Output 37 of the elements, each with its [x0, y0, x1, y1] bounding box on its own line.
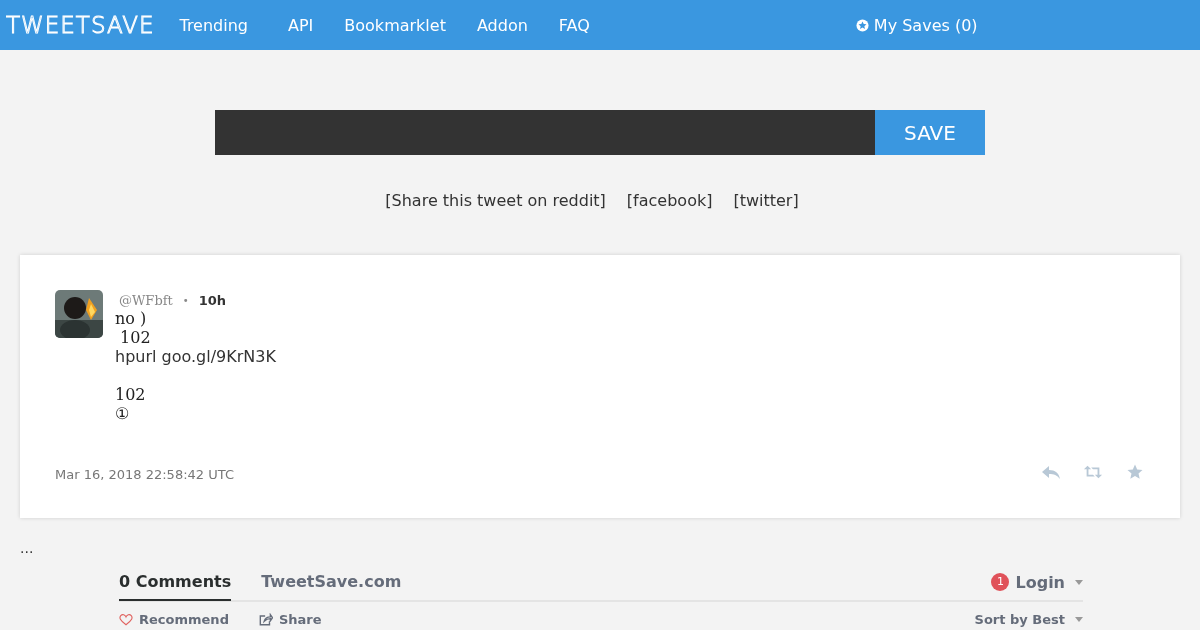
sort-menu[interactable]: Sort by Best	[974, 612, 1065, 627]
share-button[interactable]: Share	[258, 612, 322, 627]
separator-dot: •	[182, 294, 189, 306]
share-link[interactable]: [facebook]	[626, 191, 713, 210]
site-logo[interactable]: TWEETSAVE	[6, 12, 155, 38]
tweet-text: ①	[115, 404, 130, 423]
tweet-text: 102	[115, 385, 147, 404]
share-link[interactable]: [twitter]	[733, 191, 799, 210]
nav-link[interactable]: Bookmarklet	[344, 15, 446, 35]
user-handle[interactable]: @WFbft	[119, 292, 173, 308]
heart-icon	[119, 613, 133, 626]
tweet-age: 10h	[198, 292, 226, 308]
nav-link[interactable]: Trending	[179, 15, 248, 35]
my-saves-link[interactable]: My Saves (0)	[855, 15, 978, 35]
star-icon	[855, 18, 869, 32]
nav-link[interactable]: FAQ	[558, 15, 590, 35]
star-icon[interactable]	[1125, 463, 1145, 480]
comments-tab[interactable]: TweetSave.com	[261, 565, 402, 601]
caret-icon[interactable]	[1075, 617, 1083, 622]
save-button[interactable]: SAVE	[875, 110, 985, 155]
nav-link[interactable]: Addon	[476, 15, 528, 35]
nav-link[interactable]: API	[288, 15, 314, 35]
notification-badge: 1	[991, 573, 1010, 591]
tweet-url-field[interactable]	[215, 110, 875, 155]
tweet-text: hpurl goo.gl/9KrN3K	[115, 347, 276, 366]
tweet-timestamp: Mar 16, 2018 22:58:42 UTC	[55, 467, 234, 482]
tweet-text: no )	[115, 309, 148, 328]
caret-icon[interactable]	[1075, 579, 1083, 585]
share-icon	[258, 613, 273, 626]
reply-icon[interactable]	[1041, 463, 1061, 480]
retweet-icon[interactable]	[1083, 463, 1103, 480]
tweet-text: 102	[119, 328, 152, 347]
recommend-button[interactable]: Recommend	[119, 612, 229, 627]
login-menu[interactable]: Login	[1015, 572, 1065, 592]
ellipsis-text: ...	[20, 542, 35, 554]
share-link[interactable]: [Share this tweet on reddit]	[385, 191, 606, 210]
comments-tab[interactable]: 0 Comments	[119, 565, 232, 601]
